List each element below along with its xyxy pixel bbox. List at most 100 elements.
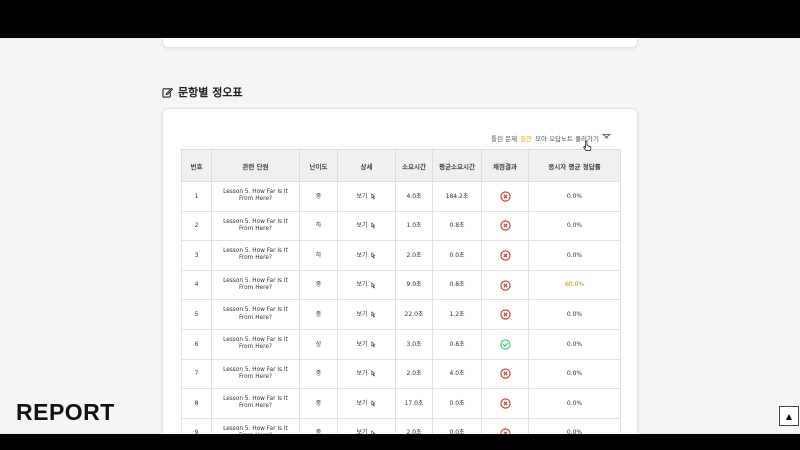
row-time: 2.0초 <box>395 417 433 434</box>
arrow-up-icon: ▲ <box>785 411 793 421</box>
row-time: 1.0초 <box>395 210 433 242</box>
row-difficulty: 중 <box>299 181 338 212</box>
wrong-x-icon <box>499 398 511 409</box>
pointer-icon <box>370 281 375 289</box>
table-header-cell: 상세 <box>337 149 396 182</box>
row-correct-rate: 0.0% <box>528 358 621 390</box>
row-avg-time: 0.0초 <box>432 388 482 419</box>
row-difficulty: 중 <box>299 269 338 301</box>
note-link-highlight: 들만 <box>520 135 533 143</box>
pointer-icon <box>370 311 375 318</box>
section-header: 문항별 정오표 <box>162 84 243 100</box>
row-correct-rate: 0.0% <box>528 240 621 271</box>
row-avg-time: 4.0초 <box>432 358 482 390</box>
previous-section-card <box>162 38 638 48</box>
row-result <box>481 269 529 301</box>
row-difficulty: 중 <box>299 417 338 434</box>
view-detail-button[interactable]: 보기 <box>356 281 376 289</box>
wrong-answer-note-link[interactable]: 틀린 문제 들만 모아 오답노트 풀러가기 <box>491 133 612 143</box>
row-detail: 보기 <box>337 417 396 434</box>
row-number: 2 <box>181 210 212 242</box>
row-detail: 보기 <box>337 328 396 360</box>
table-row: 3 Lesson 5. How Far Is It From Here? 하 보기 2.… <box>181 240 621 271</box>
view-detail-button[interactable]: 보기 <box>356 222 376 230</box>
main-viewport: 문항별 정오표 틀린 문제 들만 모아 오답노트 풀러가기 번호 관련 단원 난이도 상… <box>0 38 800 434</box>
row-correct-rate: 60.0% <box>528 269 621 301</box>
row-correct-rate: 0.0% <box>528 181 621 212</box>
table-row: 1 Lesson 5. How Far Is It From Here? 중 보기 4.… <box>181 181 621 212</box>
row-avg-time: 0.8초 <box>432 269 482 301</box>
row-number: 5 <box>181 299 212 330</box>
row-number: 8 <box>181 388 212 419</box>
view-detail-button[interactable]: 보기 <box>356 311 376 319</box>
result-table-card: 틀린 문제 들만 모아 오답노트 풀러가기 번호 관련 단원 난이도 상세 소요시간 평균소… <box>162 108 638 434</box>
note-link-prefix: 틀린 문제 <box>491 135 518 143</box>
table-row: 4 Lesson 5. How Far Is It From Here? 중 보기 9.… <box>181 269 621 301</box>
row-difficulty: 중 <box>299 299 338 330</box>
wrong-x-icon <box>499 279 511 291</box>
wrong-x-icon <box>499 250 511 261</box>
pointer-icon <box>601 133 612 143</box>
view-detail-button[interactable]: 보기 <box>356 370 376 378</box>
table-header-cell: 번호 <box>181 149 212 182</box>
row-unit: Lesson 5. How Far Is It From Here? <box>211 328 300 360</box>
table-header-row: 번호 관련 단원 난이도 상세 소요시간 평균소요시간 채점결과 응시자 평균 정답률 <box>181 149 621 182</box>
pointer-icon <box>370 252 375 259</box>
row-difficulty: 하 <box>299 210 338 242</box>
view-detail-button[interactable]: 보기 <box>356 193 376 201</box>
row-unit: Lesson 5. How Far Is It From Here? <box>211 417 300 434</box>
mouse-cursor-icon <box>583 140 592 151</box>
row-correct-rate: 0.0% <box>528 417 621 434</box>
pointer-icon <box>370 370 375 377</box>
row-number: 6 <box>181 328 212 360</box>
table-row: 7 Lesson 5. How Far Is It From Here? 중 보기 2.… <box>181 358 621 390</box>
view-label: 보기 <box>356 399 368 407</box>
table-row: 6 Lesson 5. How Far Is It From Here? 상 보기 3.… <box>181 328 621 360</box>
row-correct-rate: 0.0% <box>528 210 621 242</box>
row-detail: 보기 <box>337 240 396 271</box>
view-label: 보기 <box>356 340 368 348</box>
row-result <box>481 299 529 330</box>
row-result <box>481 417 529 434</box>
row-result <box>481 358 529 390</box>
view-detail-button[interactable]: 보기 <box>356 341 376 349</box>
row-unit: Lesson 5. How Far Is It From Here? <box>211 269 300 301</box>
view-label: 보기 <box>356 310 368 318</box>
pointer-icon <box>370 192 375 200</box>
pointer-icon <box>370 222 375 229</box>
table-header-cell: 평균소요시간 <box>432 149 482 182</box>
row-unit: Lesson 5. How Far Is It From Here? <box>211 210 300 242</box>
row-correct-rate: 0.0% <box>528 388 621 419</box>
row-result <box>481 210 529 242</box>
table-header-cell: 난이도 <box>299 149 338 182</box>
row-difficulty: 중 <box>299 388 338 419</box>
row-unit: Lesson 5. How Far Is It From Here? <box>211 181 300 212</box>
pointer-icon <box>370 400 375 407</box>
row-time: 2.0초 <box>395 358 433 390</box>
row-time: 22.0초 <box>395 299 433 330</box>
row-time: 3.0초 <box>395 328 433 360</box>
row-avg-time: 0.8초 <box>432 210 482 242</box>
table-row: 8 Lesson 5. How Far Is It From Here? 중 보기 17… <box>181 388 621 419</box>
report-label: REPORT <box>16 399 115 425</box>
view-detail-button[interactable]: 보기 <box>356 252 376 260</box>
wrong-x-icon <box>499 191 511 202</box>
bottom-black-bar <box>0 434 800 450</box>
scroll-to-top-button[interactable]: ▲ <box>779 406 799 426</box>
table-header-cell: 응시자 평균 정답률 <box>528 149 621 182</box>
wrong-x-icon <box>499 368 511 379</box>
table-header-cell: 채점결과 <box>481 149 529 182</box>
row-correct-rate: 0.0% <box>528 299 621 330</box>
view-label: 보기 <box>356 281 368 289</box>
view-label: 보기 <box>356 370 368 378</box>
answer-table: 번호 관련 단원 난이도 상세 소요시간 평균소요시간 채점결과 응시자 평균 정답률 1 Le… <box>181 149 621 434</box>
view-detail-button[interactable]: 보기 <box>356 400 376 408</box>
row-difficulty: 중 <box>299 358 338 390</box>
row-unit: Lesson 5. How Far Is It From Here? <box>211 388 300 419</box>
row-unit: Lesson 5. How Far Is It From Here? <box>211 240 300 271</box>
table-row: 5 Lesson 5. How Far Is It From Here? 중 보기 22… <box>181 299 621 330</box>
row-difficulty: 상 <box>299 328 338 360</box>
row-number: 9 <box>181 417 212 434</box>
correct-check-icon <box>499 339 511 350</box>
row-result <box>481 328 529 360</box>
